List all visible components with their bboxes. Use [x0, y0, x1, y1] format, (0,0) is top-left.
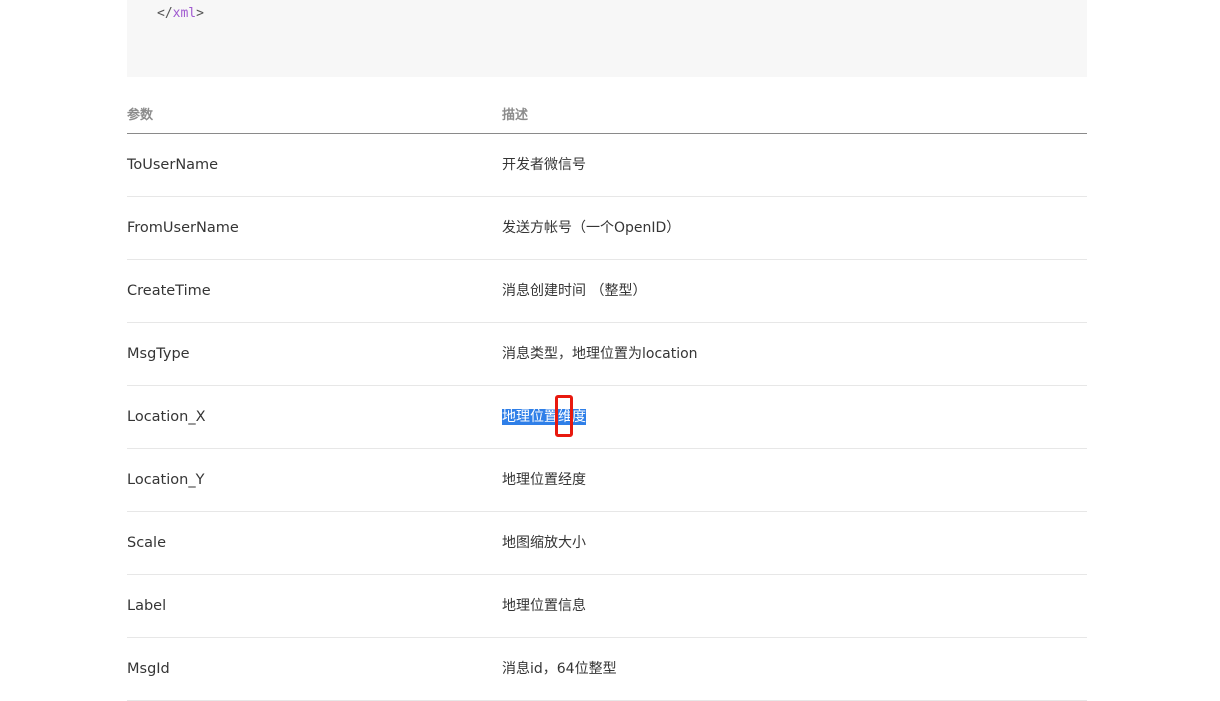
param-desc: 消息id，64位整型	[502, 661, 617, 677]
code-tag-name: xml	[172, 6, 197, 21]
header-desc: 描述	[502, 108, 529, 123]
table-row: MsgId 消息id，64位整型	[127, 638, 1087, 701]
param-desc: 消息类型，地理位置为location	[502, 346, 698, 362]
table-row: Location_X 地理位置维度	[127, 386, 1087, 449]
table-row: FromUserName 发送方帐号（一个OpenID）	[127, 197, 1087, 260]
param-name: CreateTime	[127, 283, 211, 299]
code-block: </xml>	[127, 0, 1087, 77]
param-desc: 消息创建时间 （整型）	[502, 283, 647, 299]
param-name: MsgId	[127, 661, 170, 677]
param-name: Location_Y	[127, 472, 205, 488]
table-header: 参数 描述	[127, 90, 1087, 134]
param-name: MsgType	[127, 346, 190, 362]
table-row: ToUserName 开发者微信号	[127, 134, 1087, 197]
param-desc: 地图缩放大小	[502, 535, 586, 551]
param-name: Scale	[127, 535, 167, 551]
table-row: Label 地理位置信息	[127, 575, 1087, 638]
table-row: Scale 地图缩放大小	[127, 512, 1087, 575]
param-name: Label	[127, 598, 167, 614]
table-row: CreateTime 消息创建时间 （整型）	[127, 260, 1087, 323]
code-line: </xml>	[157, 5, 204, 23]
param-desc: 开发者微信号	[502, 157, 586, 173]
param-desc: 地理位置经度	[502, 472, 586, 488]
table-row: Location_Y 地理位置经度	[127, 449, 1087, 512]
param-desc: 地理位置信息	[502, 598, 586, 614]
param-name: ToUserName	[127, 157, 219, 173]
param-desc-selected[interactable]: 地理位置维度	[502, 408, 586, 426]
header-param: 参数	[127, 108, 154, 123]
param-desc: 发送方帐号（一个OpenID）	[502, 220, 681, 236]
selected-text[interactable]: 地理位置维度	[502, 409, 586, 425]
param-name: Location_X	[127, 409, 206, 425]
code-open-bracket: </	[157, 6, 173, 21]
parameter-table: 参数 描述 ToUserName 开发者微信号 FromUserName 发送方…	[127, 90, 1087, 701]
table-row: MsgType 消息类型，地理位置为location	[127, 323, 1087, 386]
code-close-bracket: >	[196, 6, 204, 21]
param-name: FromUserName	[127, 220, 239, 236]
